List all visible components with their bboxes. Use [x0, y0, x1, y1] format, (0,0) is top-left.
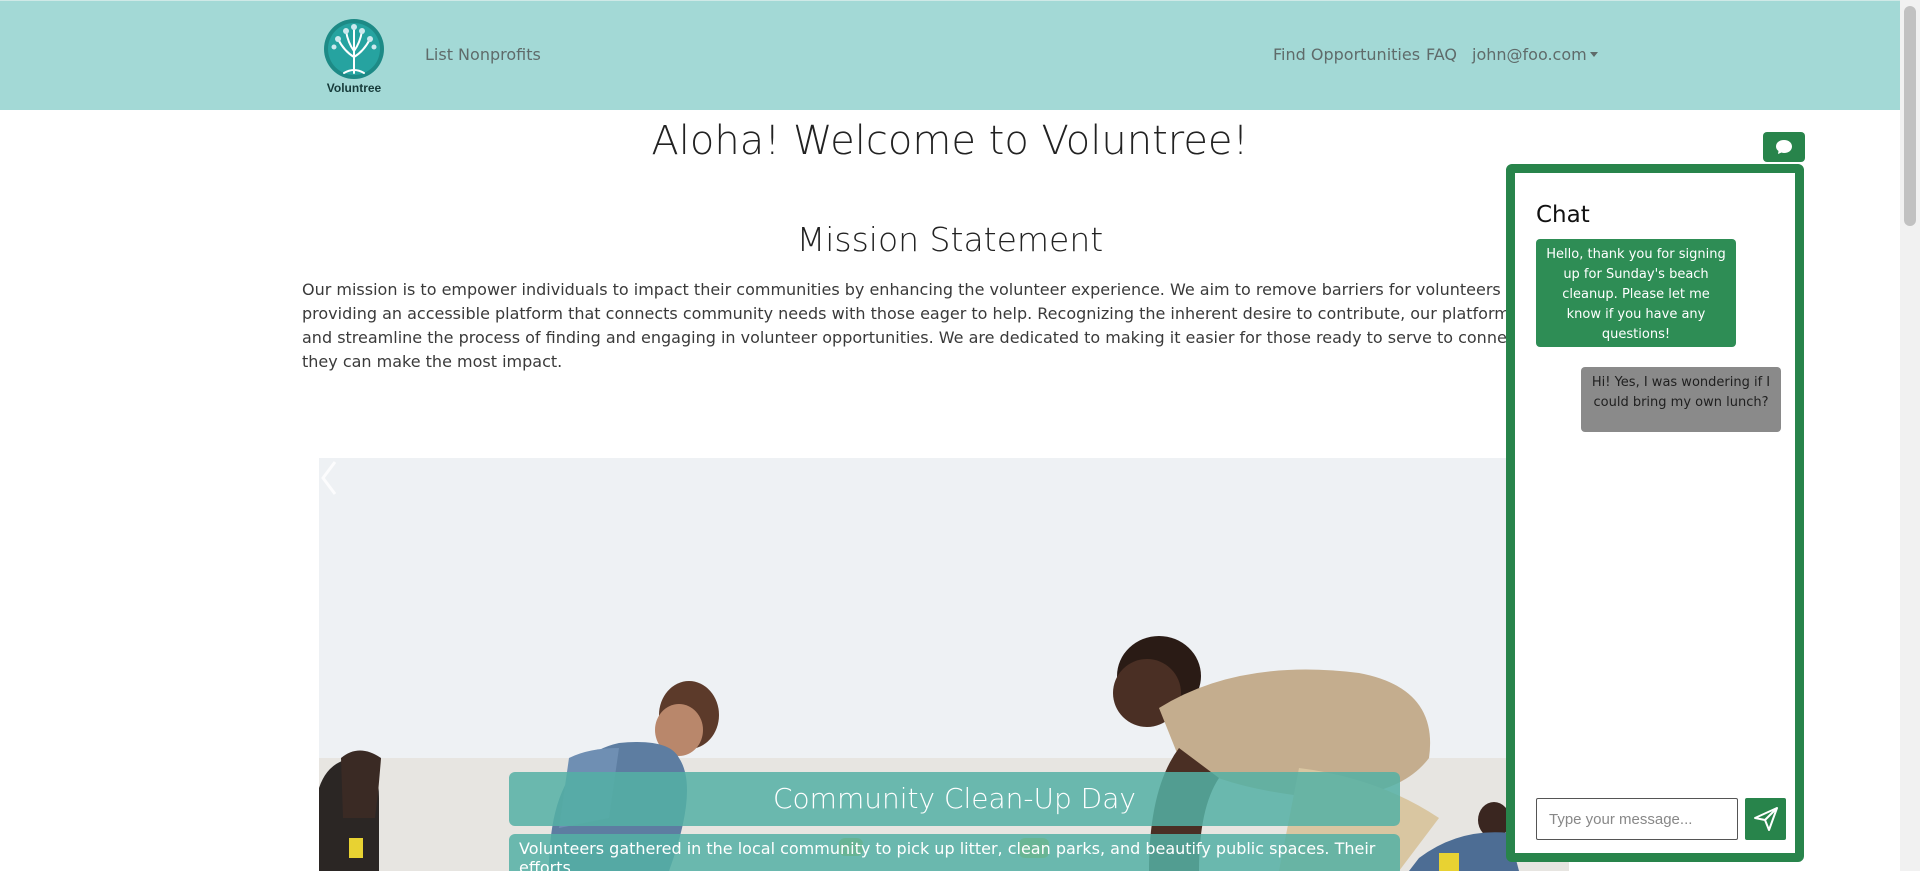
user-email: john@foo.com — [1472, 45, 1587, 64]
brand-logo[interactable]: Voluntree — [318, 17, 390, 95]
chat-bubble-icon — [1776, 140, 1792, 154]
send-icon — [1753, 807, 1778, 831]
send-button[interactable] — [1745, 798, 1786, 840]
nav-find-opportunities[interactable]: Find Opportunities — [1273, 45, 1420, 64]
image-carousel: Community Clean-Up Day Volunteers gather… — [319, 458, 1569, 871]
chat-message-input[interactable] — [1536, 798, 1738, 840]
chevron-left-icon[interactable] — [319, 458, 339, 498]
carousel-caption-title: Community Clean-Up Day — [509, 772, 1400, 826]
caret-down-icon — [1589, 52, 1598, 57]
chat-title: Chat — [1536, 202, 1590, 228]
chat-message-received: Hello, thank you for signing up for Sund… — [1536, 239, 1736, 347]
nav-faq[interactable]: FAQ — [1426, 45, 1457, 64]
nav-list-nonprofits[interactable]: List Nonprofits — [425, 45, 541, 64]
chat-toggle-button[interactable] — [1763, 132, 1805, 162]
page-scrollbar[interactable] — [1900, 0, 1920, 871]
chat-panel: Chat Hello, thank you for signing up for… — [1506, 164, 1804, 862]
page-title: Aloha! Welcome to Voluntree! — [651, 118, 1249, 164]
carousel-caption-text: Volunteers gathered in the local communi… — [509, 834, 1400, 871]
svg-text:Voluntree: Voluntree — [327, 81, 382, 95]
chat-message-sent: Hi! Yes, I was wondering if I could brin… — [1581, 367, 1781, 432]
top-navbar: Voluntree List Nonprofits Find Opportuni… — [0, 0, 1900, 110]
user-menu-dropdown[interactable]: john@foo.com — [1472, 45, 1598, 64]
scrollbar-thumb[interactable] — [1904, 6, 1916, 226]
